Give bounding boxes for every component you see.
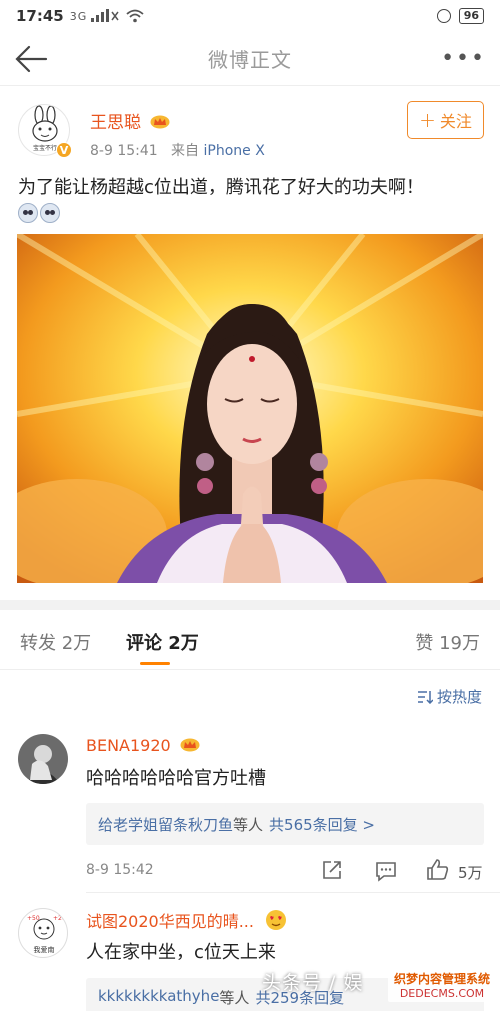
wifi-icon: [126, 9, 144, 23]
comment-time: 8-9 15:42: [86, 862, 154, 878]
comment-separator: [86, 892, 500, 893]
weibo-post-page: 17:45 3G 96 微博正文 ••• 宝宝不行 V 王思聪 8-9 15:4…: [0, 0, 500, 1011]
author-name: 王思聪: [90, 113, 141, 133]
status-bar: 17:45 3G 96: [0, 0, 500, 32]
post-emojis: [18, 203, 60, 223]
post-image[interactable]: [17, 234, 483, 583]
svg-text:+50: +50: [27, 915, 40, 922]
comment-replies[interactable]: 给老学姐留条秋刀鱼 等人 共565条回复 >: [86, 803, 484, 845]
tab-comment[interactable]: 评论 2万: [126, 629, 199, 655]
comment-author-name: 试图2020华西见的晴...: [86, 912, 254, 931]
watermark-logo-title: 织梦内容管理系统: [393, 972, 490, 986]
post-text: 为了能让杨超越c位出道，腾讯花了好大的功夫啊！: [18, 177, 424, 198]
heart-eyes-emoji-icon: [266, 910, 287, 930]
signal-icon: [91, 9, 119, 22]
status-time: 17:45: [16, 7, 64, 25]
post-time: 8-9 15:41: [90, 143, 158, 159]
verified-badge: V: [56, 142, 72, 158]
section-divider: [0, 600, 500, 610]
sort-icon: [417, 690, 433, 704]
reply-mid: 等人: [233, 815, 264, 834]
network-indicator: 3G: [69, 9, 88, 23]
follow-label: 关注: [439, 112, 472, 131]
back-arrow-icon[interactable]: [14, 44, 48, 74]
post-meta: 8-9 15:41 来自 iPhone X: [90, 140, 265, 160]
sort-by-hot-button[interactable]: 按热度: [417, 686, 482, 707]
vip-crown-icon: [150, 115, 170, 129]
reply-mid: 等人: [219, 989, 250, 1007]
dedecms-watermark-logo: 织梦内容管理系统 DEDECMS.COM: [388, 972, 496, 1002]
more-options-icon[interactable]: •••: [441, 46, 486, 71]
reply-user[interactable]: kkkkkkkkathyhe: [98, 987, 219, 1005]
comment-like-count: 5万: [458, 864, 483, 882]
post-tabs: 转发 2万 评论 2万 赞 19万: [0, 610, 500, 670]
avatar-caption: 我爱南: [33, 946, 55, 954]
comment-avatar[interactable]: [18, 734, 68, 784]
toutiao-watermark: 头条号 / 娱: [262, 972, 364, 994]
nav-bar: 微博正文 •••: [0, 32, 500, 86]
plus-icon: +: [419, 108, 436, 132]
share-icon[interactable]: [321, 859, 343, 881]
source-prefix: 来自: [171, 143, 200, 159]
comment-author[interactable]: BENA1920: [86, 736, 200, 755]
svg-text:+20: +20: [53, 915, 66, 922]
battery-indicator: 96: [458, 8, 484, 24]
page-title: 微博正文: [208, 48, 292, 72]
comment-author-name: BENA1920: [86, 736, 171, 755]
like-thumb-icon[interactable]: [426, 858, 450, 882]
comment-author[interactable]: 试图2020华西见的晴...: [86, 908, 287, 932]
reply-user[interactable]: 给老学姐留条秋刀鱼: [98, 814, 233, 835]
post-author[interactable]: 王思聪: [90, 108, 170, 133]
reply-count[interactable]: 共565条回复 >: [269, 814, 375, 835]
sort-label: 按热度: [436, 688, 482, 706]
user-photo-icon: [18, 734, 68, 784]
doge-emoji-icon: [18, 203, 38, 223]
vip-crown-icon: [180, 738, 200, 752]
comment-icon[interactable]: [375, 860, 397, 882]
follow-button[interactable]: + 关注: [407, 101, 484, 139]
comment-text: 人在家中坐，c位天上来: [86, 942, 276, 963]
active-tab-indicator: [140, 662, 170, 665]
comment-avatar[interactable]: +50 +20 我爱南: [18, 908, 68, 958]
rotation-lock-icon: [436, 9, 451, 23]
tab-forward[interactable]: 转发 2万: [20, 629, 91, 655]
praying-girl-photo-icon: [17, 234, 483, 583]
watermark-logo-domain: DEDECMS.COM: [399, 987, 485, 1000]
doge-emoji-icon: [40, 203, 60, 223]
tab-like[interactable]: 赞 19万: [415, 629, 480, 655]
comment-text: 哈哈哈哈哈哈官方吐槽: [86, 768, 266, 789]
post-source[interactable]: iPhone X: [203, 143, 264, 159]
